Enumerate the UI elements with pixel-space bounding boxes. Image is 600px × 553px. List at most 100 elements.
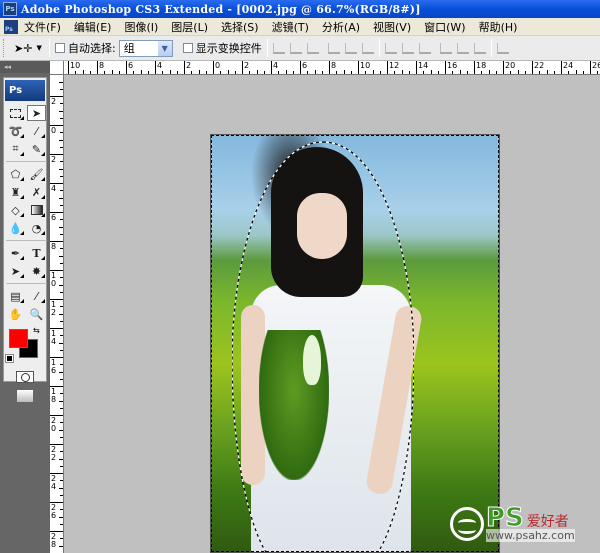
zoom-tool[interactable]: 🔍 <box>27 306 46 322</box>
spot-healing-brush-tool[interactable]: ⬠ <box>6 166 25 182</box>
quick-mask-button[interactable] <box>16 371 34 383</box>
window-title: Adobe Photoshop CS3 Extended - [0002.jpg… <box>21 2 421 16</box>
menu-filter[interactable]: 滤镜(T) <box>272 19 309 35</box>
title-bar: Ps Adobe Photoshop CS3 Extended - [0002.… <box>0 0 600 18</box>
ruler-minor-tick <box>227 70 229 74</box>
horizontal-ruler[interactable]: 10864202468101214161820222426 <box>64 61 600 75</box>
auto-select-checkbox-box[interactable] <box>55 43 65 53</box>
ruler-label: 12 <box>389 61 400 70</box>
menu-image[interactable]: 图像(I) <box>124 19 158 35</box>
show-transform-controls-checkbox[interactable]: 显示变换控件 <box>182 40 262 56</box>
swap-colors-icon[interactable]: ⇆ <box>33 326 40 335</box>
document-icon[interactable]: Ps <box>4 19 18 34</box>
distribute-top-icon[interactable] <box>384 42 397 54</box>
path-selection-tool[interactable]: ➤ <box>6 263 25 279</box>
blur-drop-icon: 💧 <box>8 221 23 235</box>
default-colors-icon[interactable] <box>5 354 14 363</box>
ruler-minor-tick <box>401 70 403 74</box>
ruler-origin[interactable] <box>50 61 64 75</box>
distribute-bottom-icon[interactable] <box>418 42 431 54</box>
magnifier-icon: 🔍 <box>29 307 44 321</box>
ruler-minor-tick <box>495 71 497 74</box>
eraser-tool[interactable]: ◇ <box>6 202 25 218</box>
menu-help[interactable]: 帮助(H) <box>479 19 518 35</box>
eyedropper-tool[interactable]: ⁄ <box>27 288 46 304</box>
ruler-label: 4 <box>273 61 279 70</box>
align-left-edges-icon[interactable] <box>327 42 340 54</box>
ruler-minor-tick <box>553 71 555 74</box>
ruler-label: 10 <box>360 61 371 70</box>
chevron-down-icon[interactable]: ▼ <box>157 40 172 56</box>
ruler-major-tick <box>503 61 504 74</box>
ruler-minor-tick <box>59 226 63 228</box>
ruler-minor-tick <box>372 70 374 74</box>
menu-edit[interactable]: 编辑(E) <box>74 19 112 35</box>
ruler-minor-tick <box>60 436 63 438</box>
ruler-minor-tick <box>89 71 91 74</box>
distribute-left-icon[interactable] <box>439 42 452 54</box>
ruler-minor-tick <box>60 190 63 192</box>
lasso-tool[interactable]: ➰ <box>6 123 25 139</box>
menu-analysis[interactable]: 分析(A) <box>322 19 360 35</box>
ruler-label: 2 <box>244 61 250 70</box>
history-brush-tool[interactable]: ✗ <box>27 184 46 200</box>
align-horizontal-centers-icon[interactable] <box>344 42 357 54</box>
align-bottom-edges-icon[interactable] <box>306 42 319 54</box>
auto-select-dropdown[interactable]: 组 ▼ <box>118 39 173 57</box>
rectangular-marquee-tool[interactable] <box>6 105 25 121</box>
align-top-edges-icon[interactable] <box>272 42 285 54</box>
ruler-minor-tick <box>568 71 570 74</box>
ruler-major-tick <box>184 61 185 74</box>
ruler-minor-tick <box>60 407 63 409</box>
ruler-label: 4 <box>51 184 57 193</box>
distribute-right-icon[interactable] <box>473 42 486 54</box>
ruler-minor-tick <box>59 429 63 431</box>
ruler-minor-tick <box>60 422 63 424</box>
elliptical-selection-marquee[interactable] <box>232 140 414 553</box>
menu-file[interactable]: 文件(F) <box>24 19 61 35</box>
ruler-minor-tick <box>82 70 84 74</box>
auto-select-checkbox[interactable]: 自动选择: <box>55 40 116 56</box>
menu-view[interactable]: 视图(V) <box>373 19 411 35</box>
ruler-minor-tick <box>546 70 548 74</box>
magic-wand-tool[interactable]: ⁄ <box>27 123 46 139</box>
ruler-minor-tick <box>60 364 63 366</box>
distribute-vertical-centers-icon[interactable] <box>401 42 414 54</box>
slice-tool[interactable]: ✎ <box>27 141 46 157</box>
align-vertical-centers-icon[interactable] <box>289 42 302 54</box>
ruler-label: 0 <box>51 126 57 135</box>
crop-tool[interactable]: ⌗ <box>6 141 25 157</box>
blur-tool[interactable]: 💧 <box>6 220 25 236</box>
screen-mode-button[interactable] <box>16 389 34 403</box>
vertical-ruler[interactable]: 420246810121416182022242628 <box>50 75 64 553</box>
ruler-minor-tick <box>60 538 63 540</box>
type-tool[interactable]: T <box>27 245 46 261</box>
notes-tool[interactable]: ▤ <box>6 288 25 304</box>
foreground-color-swatch[interactable] <box>9 329 28 348</box>
options-bar-grip[interactable] <box>3 39 6 57</box>
ruler-major-tick <box>126 61 127 74</box>
hand-tool[interactable]: ✋ <box>6 306 25 322</box>
show-transform-checkbox-box[interactable] <box>182 43 193 53</box>
align-right-edges-icon[interactable] <box>361 42 374 54</box>
custom-shape-tool[interactable]: ✸ <box>27 263 46 279</box>
collapse-panel-button[interactable]: ◂◂ <box>0 61 50 73</box>
ruler-label: 4 <box>157 61 163 70</box>
clone-stamp-tool[interactable]: ♜ <box>6 184 25 200</box>
ruler-label: 6 <box>128 61 134 70</box>
menu-window[interactable]: 窗口(W) <box>424 19 465 35</box>
ruler-label: 8 <box>51 242 57 251</box>
gradient-tool[interactable] <box>27 202 46 218</box>
pen-tool[interactable]: ✒ <box>6 245 25 261</box>
distribute-horizontal-centers-icon[interactable] <box>456 42 469 54</box>
menu-select[interactable]: 选择(S) <box>221 19 259 35</box>
ruler-minor-tick <box>285 70 287 74</box>
dodge-tool[interactable]: ◔ <box>27 220 46 236</box>
move-tool[interactable]: ➤ <box>27 105 46 121</box>
tool-preset-picker[interactable]: ➤✛ ▼ <box>14 42 44 55</box>
document-image[interactable] <box>210 134 500 553</box>
menu-layer[interactable]: 图层(L) <box>171 19 208 35</box>
ruler-minor-tick <box>60 509 63 511</box>
auto-align-layers-icon[interactable] <box>496 42 509 54</box>
brush-tool[interactable]: 🖌 <box>27 166 46 182</box>
